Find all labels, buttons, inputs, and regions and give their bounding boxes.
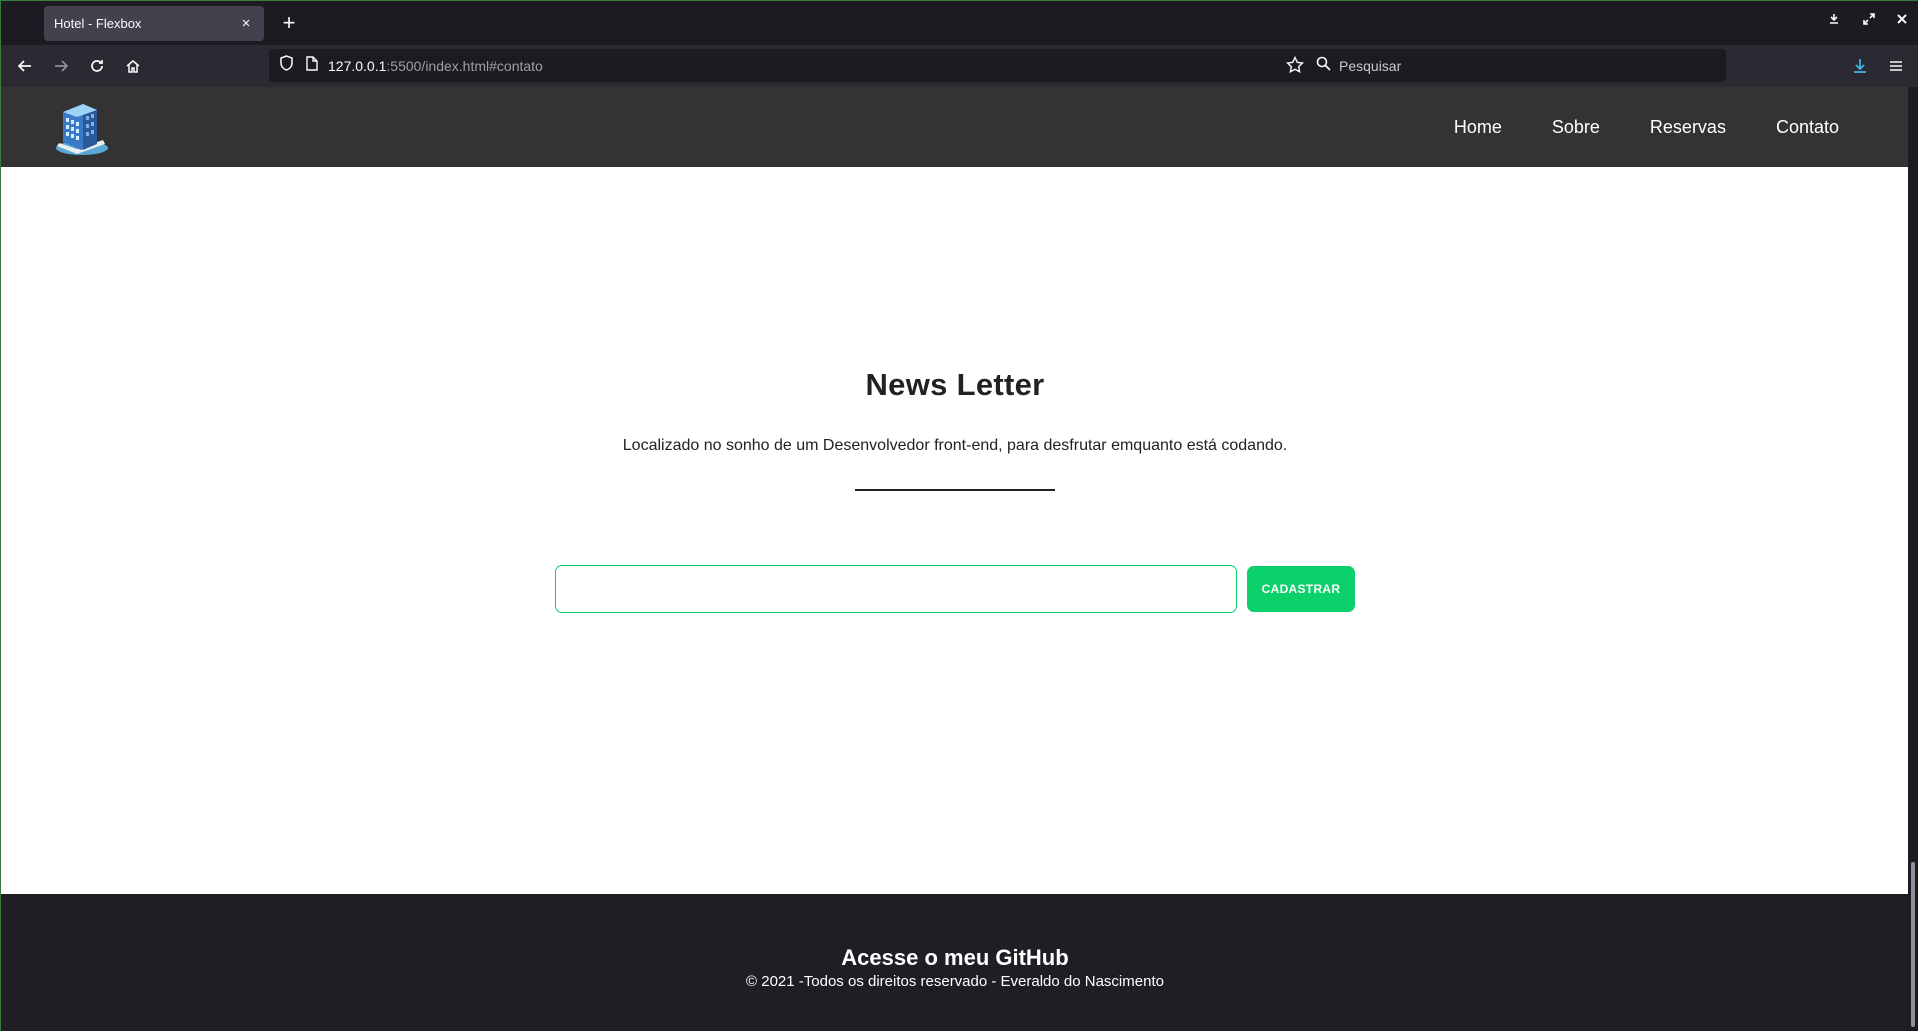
site-header: Home Sobre Reservas Contato [1,87,1908,167]
page-viewport: Home Sobre Reservas Contato News Letter … [0,87,1908,1031]
url-path: :5500/index.html#contato [386,57,543,74]
page-icon [306,55,318,76]
shield-icon[interactable] [279,55,294,76]
site-nav: Home Sobre Reservas Contato [1454,87,1839,167]
email-input[interactable] [555,565,1237,613]
address-bar[interactable]: 127.0.0.1:5500/index.html#contato [269,49,1314,82]
newsletter-form: CADASTRAR [555,565,1355,613]
url-host: 127.0.0.1 [328,57,387,74]
browser-tab-active[interactable]: Hotel - Flexbox × [44,6,264,41]
copyright-text: © 2021 -Todos os direitos reservado - Ev… [746,973,1164,990]
bookmark-star-icon[interactable] [1285,55,1305,79]
nav-link-home[interactable]: Home [1454,117,1502,138]
page-scrollbar[interactable] [1908,87,1918,1031]
nav-link-sobre[interactable]: Sobre [1552,117,1600,138]
hotel-logo[interactable] [49,96,113,160]
cadastrar-button[interactable]: CADASTRAR [1247,566,1355,612]
site-footer: Acesse o meu GitHub © 2021 -Todos os dir… [1,894,1908,1031]
downloads-icon[interactable] [1847,53,1873,79]
scrollbar-thumb[interactable] [1911,862,1915,1027]
minimize-icon[interactable] [1824,13,1844,28]
menu-icon[interactable] [1883,53,1909,79]
forward-arrow-icon[interactable] [48,53,74,79]
back-arrow-icon[interactable] [12,53,38,79]
reload-icon[interactable] [84,53,110,79]
tab-strip: Hotel - Flexbox × + [0,0,1918,45]
github-link[interactable]: Acesse o meu GitHub [1,945,1908,971]
close-window-icon[interactable] [1892,13,1912,28]
newsletter-description: Localizado no sonho de um Desenvolvedor … [622,437,1288,454]
browser-toolbar: 127.0.0.1:5500/index.html#contato Pesqui… [0,45,1918,87]
home-icon[interactable] [120,53,146,79]
search-placeholder: Pesquisar [1339,57,1402,74]
tab-title: Hotel - Flexbox [54,16,142,31]
nav-link-reservas[interactable]: Reservas [1650,117,1726,138]
section-divider [855,489,1055,491]
nav-link-contato[interactable]: Contato [1776,117,1839,138]
newsletter-title: News Letter [865,367,1045,402]
maximize-icon[interactable] [1859,13,1879,28]
search-icon [1316,56,1331,76]
search-bar[interactable]: Pesquisar [1306,49,1726,82]
url-text[interactable]: 127.0.0.1:5500/index.html#contato [328,58,543,74]
new-tab-button[interactable]: + [277,11,301,35]
newsletter-section: News Letter Localizado no sonho de um De… [1,367,1908,491]
tab-close-icon[interactable]: × [238,15,254,32]
